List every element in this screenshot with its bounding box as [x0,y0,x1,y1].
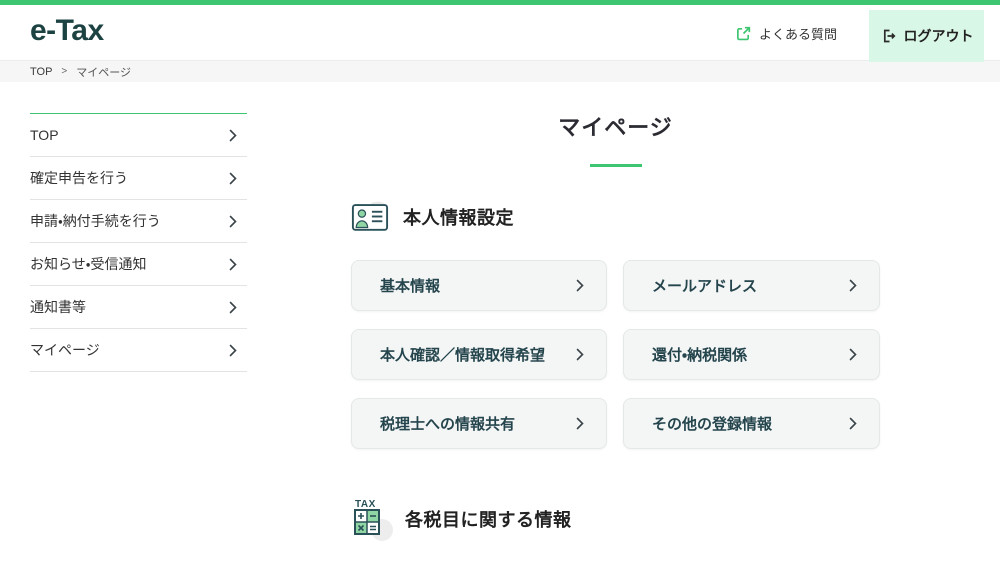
tax-accountant-sharing-button-label: 税理士への情報共有 [380,416,516,433]
tax-items-section-title: 各税目に関する情報 [405,510,572,530]
sidebar-item-application-payment[interactable]: 申請・納付手続を行う [30,200,247,243]
e-tax-logo[interactable]: e-Tax [30,14,104,48]
logout-button[interactable]: ログアウト [869,10,984,62]
email-address-button[interactable]: メールアドレス [623,260,880,311]
faq-link-label: よくある質問 [759,27,838,42]
tax-icon-label: TAX [355,499,376,510]
chevron-right-icon [576,348,584,361]
sidebar-item-tax-return[interactable]: 確定申告を行う [30,157,247,200]
identity-verification-button-label: 本人確認／情報取得希望 [380,347,546,364]
personal-info-section-header: 本人情報設定 [351,200,880,233]
chevron-right-icon [229,129,237,141]
chevron-right-icon [576,417,584,430]
identity-verification-button[interactable]: 本人確認／情報取得希望 [351,329,607,380]
sidebar-item-label: マイページ [30,342,100,358]
chevron-right-icon [849,417,857,430]
faq-link[interactable]: よくある質問 [736,24,837,43]
chevron-right-icon [229,344,237,356]
tax-accountant-sharing-button[interactable]: 税理士への情報共有 [351,398,607,449]
personal-info-section-title: 本人情報設定 [403,207,514,228]
chevron-right-icon [229,258,237,270]
chevron-right-icon [229,215,237,227]
refund-tax-payment-button-label: 還付・納税関係 [652,347,748,364]
sidebar-item-label: 確定申告を行う [30,170,128,186]
site-header: e-Tax よくある質問 ログアウト [0,5,1000,62]
logout-button-label: ログアウト [903,28,974,44]
refund-tax-payment-button[interactable]: 還付・納税関係 [623,329,880,380]
breadcrumb: TOP > マイページ [0,60,1000,82]
chevron-right-icon [229,301,237,313]
external-link-icon [737,26,751,41]
sidebar-item-label: 通知書等 [30,299,86,315]
sidebar-item-label: 申請・納付手続を行う [30,213,161,229]
sidebar-item-mypage[interactable]: マイページ [30,329,247,372]
basic-info-button[interactable]: 基本情報 [351,260,607,311]
sidebar-item-notifications[interactable]: お知らせ・受信通知 [30,243,247,286]
breadcrumb-home[interactable]: TOP [30,66,52,78]
id-card-icon [351,201,389,231]
other-registration-button[interactable]: その他の登録情報 [623,398,880,449]
sidebar-nav: TOP 確定申告を行う 申請・納付手続を行う お知らせ・受信通知 通知書等 マイ… [30,113,247,372]
breadcrumb-current: マイページ [76,66,132,79]
content-area: TOP 確定申告を行う 申請・納付手続を行う お知らせ・受信通知 通知書等 マイ… [0,82,1000,563]
sidebar-item-top[interactable]: TOP [30,114,247,157]
email-address-button-label: メールアドレス [652,278,758,295]
logout-icon [883,29,896,43]
chevron-right-icon [849,279,857,292]
chevron-right-icon [576,279,584,292]
basic-info-button-label: 基本情報 [380,278,441,295]
page-title: マイページ [558,115,673,140]
e-tax-mypage: e-Tax よくある質問 ログアウト TOP > マイページ TOP 確定申告を… [0,0,1000,563]
main-panel: マイページ 本人情報設定 基本情報 メールアドレス 本人確認／情報取得希望 還付… [351,110,880,542]
sidebar-item-notices[interactable]: 通知書等 [30,286,247,329]
sidebar-item-label: TOP [30,127,59,143]
tax-items-section-header: TAX 各税目に関する情報 [351,496,880,542]
tax-calculator-icon: TAX [354,499,393,541]
chevron-right-icon [229,172,237,184]
title-underline [589,164,642,167]
sidebar-item-label: お知らせ・受信通知 [30,256,147,272]
other-registration-button-label: その他の登録情報 [652,416,773,433]
breadcrumb-separator: > [61,66,68,77]
chevron-right-icon [849,348,857,361]
personal-info-buttons: 基本情報 メールアドレス 本人確認／情報取得希望 還付・納税関係 税理士への情報… [351,260,880,449]
